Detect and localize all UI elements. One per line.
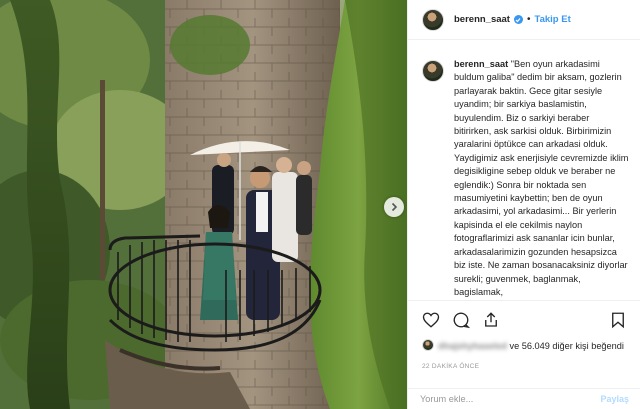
- bookmark-icon: [612, 312, 624, 329]
- comment-icon: [453, 312, 470, 329]
- heart-icon: [422, 312, 440, 328]
- username-link[interactable]: berenn_saat: [454, 14, 510, 25]
- likes-count[interactable]: ve 56.049 diğer kişi beğendi: [510, 341, 624, 351]
- save-button[interactable]: [607, 309, 629, 331]
- separator-dot: •: [526, 14, 531, 25]
- comment-button[interactable]: [450, 309, 472, 331]
- caption-avatar[interactable]: [422, 60, 444, 82]
- post-photo[interactable]: [0, 0, 407, 409]
- next-photo-button[interactable]: [384, 197, 404, 217]
- caption: berenn_saat "Ben oyun arkadasimi buldum …: [454, 58, 629, 300]
- comment-input[interactable]: [420, 394, 601, 404]
- liker-name[interactable]: dhajshyhaseled: [438, 341, 507, 351]
- post-comment-button[interactable]: Paylaş: [600, 394, 629, 404]
- follow-button[interactable]: Takip Et: [535, 14, 571, 25]
- post-actions: dhajshyhaseled ve 56.049 diğer kişi beğe…: [408, 300, 640, 370]
- post-image: [0, 0, 407, 409]
- share-icon: [485, 312, 497, 327]
- chevron-right-icon: [391, 202, 398, 212]
- likes-summary: dhajshyhaseled ve 56.049 diğer kişi beğe…: [420, 339, 629, 353]
- like-button[interactable]: [420, 309, 442, 331]
- action-icons: [420, 309, 629, 331]
- caption-body: "Ben oyun arkadasimi buldum galiba" dedi…: [454, 59, 632, 297]
- post-side-panel: berenn_saat • Takip Et berenn_saat "Ben …: [407, 0, 640, 409]
- share-button[interactable]: [480, 309, 502, 331]
- post-header: berenn_saat • Takip Et: [408, 0, 640, 40]
- liker-avatar[interactable]: [422, 339, 434, 351]
- caption-username[interactable]: berenn_saat: [454, 59, 508, 69]
- post-timestamp[interactable]: 22 DAKİKA ÖNCE: [420, 363, 629, 370]
- comment-box: Paylaş: [408, 388, 640, 409]
- caption-section: berenn_saat "Ben oyun arkadasimi buldum …: [408, 52, 640, 300]
- avatar[interactable]: [422, 8, 444, 31]
- verified-badge-icon: [513, 15, 523, 24]
